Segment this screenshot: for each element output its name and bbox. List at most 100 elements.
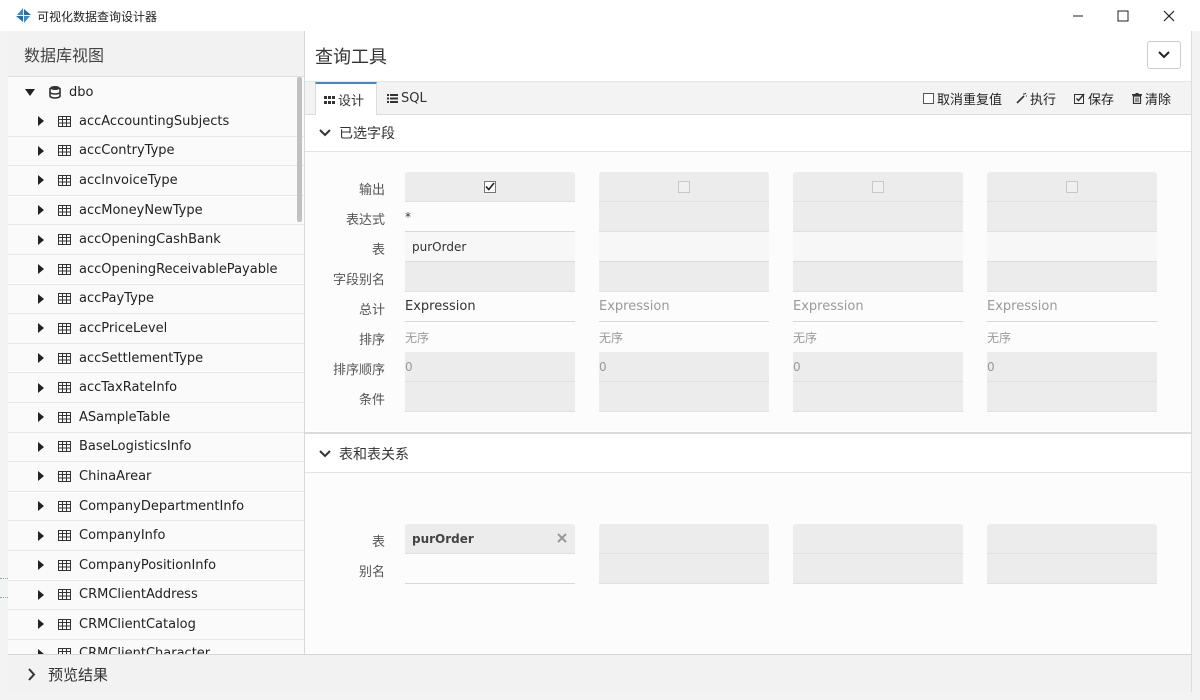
total-select[interactable]: Expression <box>793 292 963 322</box>
table-name-cell[interactable]: purOrder <box>405 232 575 262</box>
expand-right-icon[interactable] <box>38 175 44 186</box>
expand-right-icon[interactable] <box>38 323 44 334</box>
tree-item[interactable]: BaseLogisticsInfo <box>8 433 304 463</box>
condition-input[interactable] <box>987 382 1157 412</box>
section-divider <box>305 432 1191 434</box>
tree-item[interactable]: accAccountingSubjects <box>8 107 304 137</box>
preview-results-bar[interactable]: 预览结果 <box>8 654 1191 693</box>
relations-grid: 表别名 purOrder <box>305 473 1191 654</box>
sort-order-input[interactable]: 0 <box>405 352 575 382</box>
expand-right-icon[interactable] <box>38 264 44 275</box>
maximize-button[interactable] <box>1100 0 1146 31</box>
table-icon <box>58 293 71 305</box>
tree-item[interactable]: accMoneyNewType <box>8 196 304 226</box>
save-button[interactable]: 保存 <box>1074 82 1114 114</box>
sort-select[interactable]: 无序 <box>405 322 575 352</box>
expand-right-icon[interactable] <box>38 471 44 482</box>
minimize-button[interactable] <box>1055 0 1101 31</box>
tree-scrollbar[interactable] <box>297 77 302 222</box>
field-alias-input[interactable] <box>405 262 575 292</box>
relation-table-cell[interactable] <box>987 524 1157 554</box>
condition-input[interactable] <box>599 382 769 412</box>
relation-alias-input[interactable] <box>599 554 769 584</box>
tree-item[interactable]: accPayType <box>8 285 304 315</box>
query-tool-panel: 查询工具 设计 SQL 取消重复值 执行 保存 清除 已选字段 输出 表达式 表… <box>305 31 1191 654</box>
collapse-button[interactable] <box>1147 41 1181 69</box>
expand-right-icon[interactable] <box>38 145 44 156</box>
expand-right-icon[interactable] <box>38 353 44 364</box>
sort-order-input[interactable]: 0 <box>987 352 1157 382</box>
tree-item[interactable]: accPriceLevel <box>8 314 304 344</box>
table-name-cell[interactable] <box>599 232 769 262</box>
sort-order-input[interactable]: 0 <box>599 352 769 382</box>
condition-input[interactable] <box>405 382 575 412</box>
table-name-cell[interactable] <box>987 232 1157 262</box>
expand-right-icon[interactable] <box>38 382 44 393</box>
sort-select[interactable]: 无序 <box>793 322 963 352</box>
dedupe-checkbox[interactable] <box>923 92 934 104</box>
expand-right-icon[interactable] <box>38 530 44 541</box>
tree-item[interactable]: CompanyPositionInfo <box>8 551 304 581</box>
total-select[interactable]: Expression <box>599 292 769 322</box>
expand-right-icon[interactable] <box>38 619 44 630</box>
output-checkbox[interactable] <box>484 180 496 193</box>
tree-item[interactable]: accSettlementType <box>8 344 304 374</box>
tree-item[interactable]: ASampleTable <box>8 403 304 433</box>
total-select[interactable]: Expression <box>405 292 575 322</box>
dedupe-toggle[interactable]: 取消重复值 <box>923 82 1002 114</box>
tree-item[interactable]: accInvoiceType <box>8 166 304 196</box>
output-checkbox[interactable] <box>1066 180 1078 193</box>
tree-item[interactable]: ChinaArear <box>8 462 304 492</box>
table-icon <box>58 263 71 275</box>
output-checkbox[interactable] <box>872 180 884 193</box>
clear-button[interactable]: 清除 <box>1132 82 1171 114</box>
relation-table-cell[interactable] <box>599 524 769 554</box>
expand-right-icon[interactable] <box>38 501 44 512</box>
expression-cell[interactable]: * <box>405 202 575 232</box>
selected-fields-header[interactable]: 已选字段 <box>305 115 1191 152</box>
field-alias-input[interactable] <box>987 262 1157 292</box>
tree-item[interactable]: accContryType <box>8 137 304 167</box>
expression-cell[interactable] <box>987 202 1157 232</box>
tree-item[interactable]: CRMClientCatalog <box>8 610 304 640</box>
relations-header[interactable]: 表和表关系 <box>305 436 1191 473</box>
expand-down-icon[interactable] <box>25 88 35 96</box>
field-alias-input[interactable] <box>793 262 963 292</box>
expand-right-icon[interactable] <box>38 205 44 216</box>
relation-alias-input[interactable] <box>405 554 575 584</box>
table-name-cell[interactable] <box>793 232 963 262</box>
tree-item[interactable]: accTaxRateInfo <box>8 373 304 403</box>
sort-select[interactable]: 无序 <box>599 322 769 352</box>
relation-alias-input[interactable] <box>987 554 1157 584</box>
tree-item[interactable]: CompanyInfo <box>8 521 304 551</box>
expression-cell[interactable] <box>599 202 769 232</box>
expand-right-icon[interactable] <box>38 234 44 245</box>
tree-item[interactable]: accOpeningCashBank <box>8 225 304 255</box>
tree-item[interactable]: CRMClientCharacter <box>8 640 304 654</box>
close-button[interactable] <box>1146 0 1192 31</box>
output-checkbox[interactable] <box>678 180 690 193</box>
expand-right-icon[interactable] <box>38 412 44 423</box>
expand-right-icon[interactable] <box>38 589 44 600</box>
total-select[interactable]: Expression <box>987 292 1157 322</box>
expression-cell[interactable] <box>793 202 963 232</box>
relation-table-cell[interactable]: purOrder <box>405 524 575 554</box>
sort-select[interactable]: 无序 <box>987 322 1157 352</box>
expand-right-icon[interactable] <box>38 560 44 571</box>
expand-right-icon[interactable] <box>38 441 44 452</box>
field-alias-input[interactable] <box>599 262 769 292</box>
expand-right-icon[interactable] <box>38 116 44 127</box>
tab-design[interactable]: 设计 <box>315 82 377 115</box>
tree-item[interactable]: accOpeningReceivablePayable <box>8 255 304 285</box>
sort-order-input[interactable]: 0 <box>793 352 963 382</box>
tree-root-dbo[interactable]: dbo <box>8 77 304 107</box>
execute-button[interactable]: 执行 <box>1016 82 1056 114</box>
expand-right-icon[interactable] <box>38 293 44 304</box>
remove-icon[interactable] <box>557 532 567 546</box>
relation-table-cell[interactable] <box>793 524 963 554</box>
tab-sql[interactable]: SQL <box>379 82 437 114</box>
tree-item[interactable]: CRMClientAddress <box>8 581 304 611</box>
relation-alias-input[interactable] <box>793 554 963 584</box>
tree-item[interactable]: CompanyDepartmentInfo <box>8 492 304 522</box>
condition-input[interactable] <box>793 382 963 412</box>
